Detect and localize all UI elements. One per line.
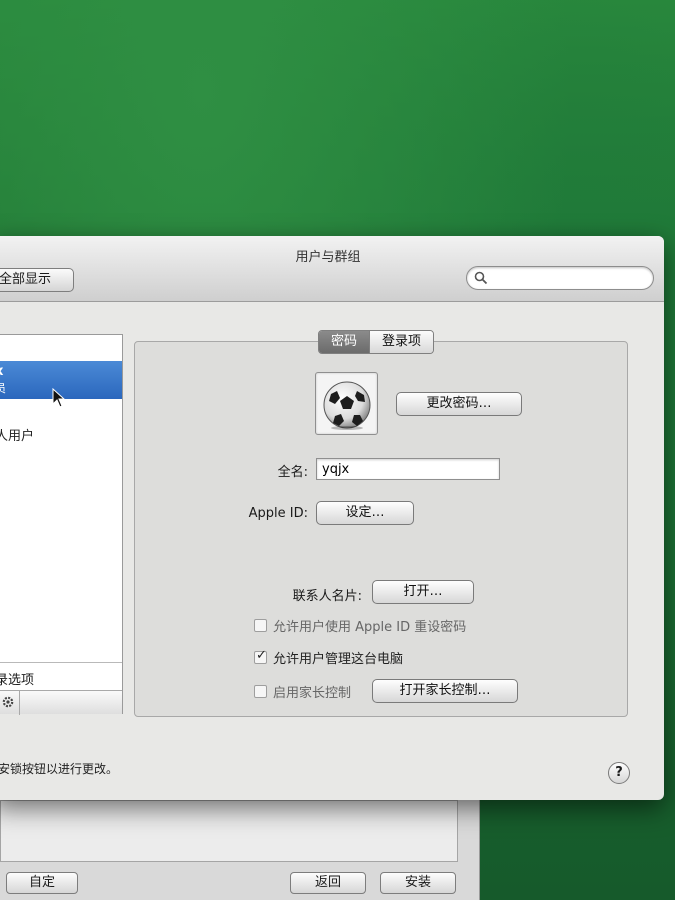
- apple-id-set-button[interactable]: 设定…: [316, 501, 414, 525]
- open-parental-controls-button[interactable]: 打开家长控制…: [372, 679, 518, 703]
- admin-checkbox[interactable]: [254, 648, 267, 664]
- reset-with-apple-id-checkbox[interactable]: [254, 618, 267, 632]
- search-field[interactable]: [466, 266, 654, 290]
- full-name-field[interactable]: [316, 458, 500, 480]
- show-all-button[interactable]: 全部显示: [0, 268, 74, 292]
- apple-id-label: Apple ID:: [248, 506, 308, 521]
- mouse-pointer-icon: [52, 388, 66, 408]
- search-input[interactable]: [491, 269, 647, 287]
- option-admin[interactable]: 允许用户管理这台电脑: [254, 648, 404, 667]
- soccer-ball-icon: [323, 381, 371, 430]
- window-toolbar: 用户与群组 全部显示: [0, 236, 664, 302]
- option-label: 允许用户管理这台电脑: [273, 651, 404, 667]
- search-icon: [474, 271, 488, 285]
- install-button[interactable]: 安装: [380, 872, 456, 894]
- sidebar-item-login-options[interactable]: 录选项: [0, 662, 122, 690]
- back-button[interactable]: 返回: [290, 872, 366, 894]
- installer-content-area: [0, 800, 458, 862]
- tab-login-items[interactable]: 登录项: [369, 331, 434, 353]
- window-title: 用户与群组: [295, 250, 361, 265]
- contact-card-label: 联系人名片:: [292, 589, 362, 604]
- sidebar-action-bar: [0, 690, 122, 715]
- option-parental-controls[interactable]: 启用家长控制: [254, 682, 352, 701]
- customize-button[interactable]: 自定: [6, 872, 78, 894]
- option-label: 允许用户使用 Apple ID 重设密码: [273, 619, 467, 635]
- lock-hint-text: 安锁按钮以进行更改。: [0, 762, 119, 776]
- user-avatar[interactable]: [315, 372, 378, 435]
- divider: [19, 691, 20, 715]
- tab-password[interactable]: 密码: [319, 331, 370, 353]
- full-name-label: 全名:: [277, 465, 308, 480]
- gear-icon[interactable]: [1, 695, 15, 709]
- parental-controls-checkbox[interactable]: [254, 684, 267, 698]
- user-role: 员: [0, 382, 6, 395]
- installer-window: 自定 返回 安装: [0, 790, 480, 900]
- user-name: x: [0, 364, 3, 379]
- open-contact-card-button[interactable]: 打开…: [372, 580, 474, 604]
- users-groups-window: 用户与群组 全部显示 x 员 人用户 Ⅱ 录选项 密码 登录项: [0, 236, 664, 800]
- tab-bar: 密码 登录项: [318, 330, 435, 354]
- option-reset-with-apple-id[interactable]: 允许用户使用 Apple ID 重设密码: [254, 616, 467, 635]
- change-password-button[interactable]: 更改密码…: [396, 392, 522, 416]
- option-label: 启用家长控制: [273, 685, 352, 701]
- help-button[interactable]: ?: [608, 762, 630, 784]
- sidebar-item-other-users[interactable]: 人用户: [0, 425, 34, 444]
